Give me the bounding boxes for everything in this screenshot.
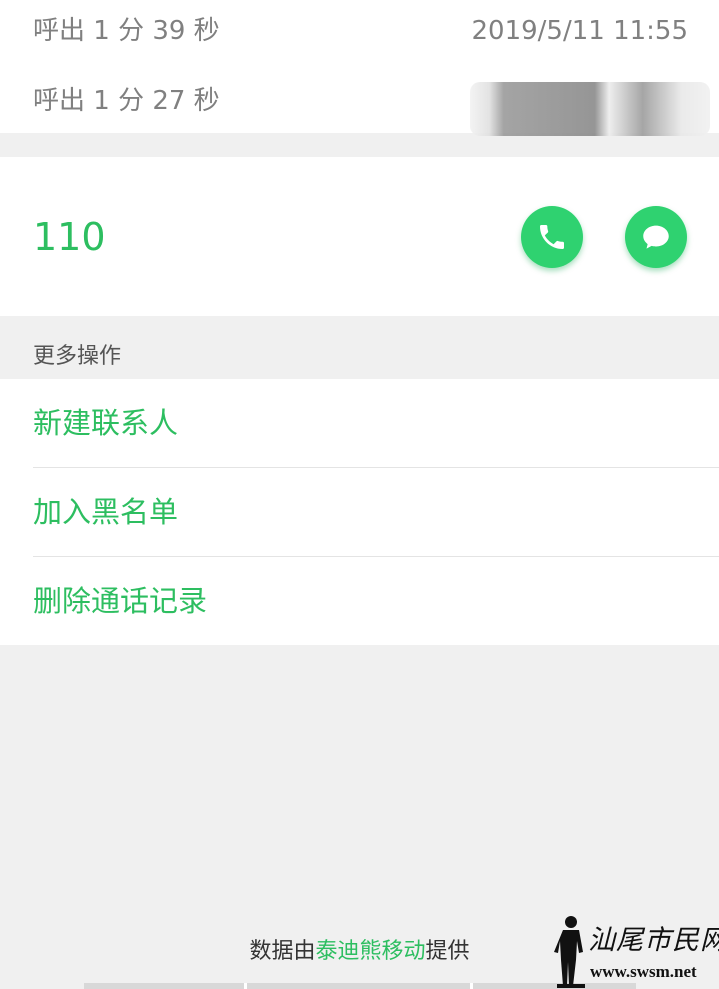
phone-icon <box>540 225 564 249</box>
chat-bubble-icon <box>643 225 669 249</box>
watermark-url: www.swsm.net <box>590 962 697 981</box>
call-log-list: 呼出 1 分 39 秒 2019/5/11 11:55 呼出 1 分 27 秒 <box>0 0 719 136</box>
bar-separator <box>470 983 473 989</box>
provider-brand-link[interactable]: 泰迪熊移动 <box>315 939 425 964</box>
footer-suffix: 提供 <box>425 939 470 964</box>
call-detail-page: 呼出 1 分 39 秒 2019/5/11 11:55 呼出 1 分 27 秒 … <box>0 0 719 989</box>
site-watermark: 汕尾市民网 www.swsm.net <box>552 912 719 989</box>
add-to-blacklist-label: 加入黑名单 <box>33 495 179 529</box>
new-contact-item[interactable]: 新建联系人 <box>0 379 719 467</box>
call-duration: 呼出 1 分 39 秒 <box>33 16 220 46</box>
call-timestamp: 2019/5/11 11:55 <box>471 16 688 46</box>
redacted-timestamp <box>470 82 710 136</box>
delete-call-log-item[interactable]: 删除通话记录 <box>0 557 719 645</box>
person-silhouette-logo <box>554 916 585 988</box>
call-log-row: 呼出 1 分 39 秒 2019/5/11 11:55 <box>0 0 719 60</box>
more-actions-title: 更多操作 <box>33 344 122 369</box>
more-actions-list: 新建联系人 加入黑名单 删除通话记录 <box>0 379 719 645</box>
phone-number: 110 <box>33 215 106 259</box>
message-button[interactable] <box>625 206 687 268</box>
call-log-row: 呼出 1 分 27 秒 <box>0 70 719 136</box>
footer-prefix: 数据由 <box>249 939 316 964</box>
call-button[interactable] <box>521 206 583 268</box>
new-contact-label: 新建联系人 <box>33 406 179 440</box>
contact-number-card: 110 <box>0 157 719 316</box>
bar-separator <box>244 983 247 989</box>
watermark-text: 汕尾市民网 <box>588 925 719 956</box>
add-to-blacklist-item[interactable]: 加入黑名单 <box>0 468 719 556</box>
call-duration: 呼出 1 分 27 秒 <box>33 86 220 116</box>
delete-call-log-label: 删除通话记录 <box>33 584 208 618</box>
